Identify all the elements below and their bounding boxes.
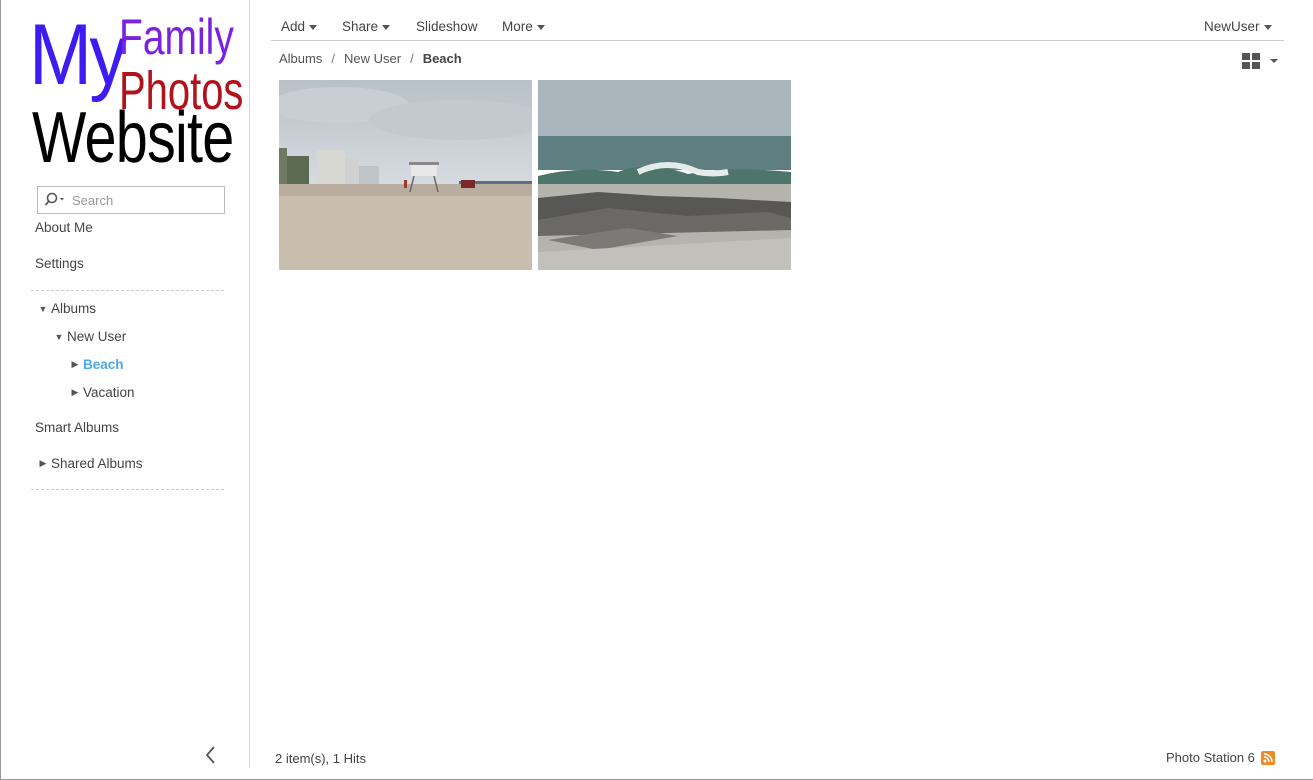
caret-right-icon[interactable]: ▶ xyxy=(67,359,83,370)
caret-down-icon xyxy=(536,24,545,30)
caret-down-icon[interactable]: ▼ xyxy=(35,304,51,314)
caret-down-icon xyxy=(1263,24,1272,30)
sidebar-item-smart-albums[interactable]: Smart Albums xyxy=(35,420,119,435)
share-menu-button[interactable]: Share xyxy=(342,19,391,34)
collapse-sidebar-button[interactable] xyxy=(201,744,221,766)
search-input[interactable] xyxy=(72,192,212,208)
caret-right-icon[interactable]: ▶ xyxy=(35,458,51,469)
user-menu-button[interactable]: NewUser xyxy=(1204,19,1272,34)
user-label: NewUser xyxy=(1204,19,1260,34)
caret-down-icon[interactable]: ▼ xyxy=(51,332,67,342)
more-menu-button[interactable]: More xyxy=(502,19,545,34)
sidebar: My Family Photos Website About Me Settin… xyxy=(1,0,250,768)
tree-item-label: Vacation xyxy=(83,385,135,400)
breadcrumb-separator: / xyxy=(410,51,414,66)
more-label: More xyxy=(502,19,533,34)
slideshow-label: Slideshow xyxy=(416,19,478,34)
footer-brand: Photo Station 6 xyxy=(1166,750,1275,765)
sidebar-divider xyxy=(31,489,224,490)
breadcrumb: Albums / New User / Beach xyxy=(279,51,462,66)
breadcrumb-albums[interactable]: Albums xyxy=(279,51,322,66)
breadcrumb-separator: / xyxy=(331,51,335,66)
photo-thumbnail-beach-2[interactable] xyxy=(538,80,791,270)
logo-my: My xyxy=(29,7,127,103)
grid-view-icon xyxy=(1242,53,1278,69)
brand-label: Photo Station 6 xyxy=(1166,750,1255,765)
view-mode-button[interactable] xyxy=(1240,52,1280,70)
add-menu-button[interactable]: Add xyxy=(281,19,318,34)
beach-photo-image xyxy=(279,80,532,270)
caret-down-icon xyxy=(309,24,318,30)
tree-item-label: New User xyxy=(67,329,127,344)
toolbar: Add Share Slideshow More NewUser xyxy=(271,12,1284,41)
logo-website: Website xyxy=(32,98,234,178)
tree-item-beach[interactable]: ▶ Beach xyxy=(67,357,124,372)
site-logo[interactable]: My Family Photos Website xyxy=(29,7,243,174)
tree-item-albums[interactable]: ▼ Albums xyxy=(35,301,96,316)
sidebar-item-about-me[interactable]: About Me xyxy=(35,220,93,235)
tree-item-new-user[interactable]: ▼ New User xyxy=(51,329,127,344)
share-label: Share xyxy=(342,19,379,34)
search-icon[interactable] xyxy=(38,187,72,213)
tree-item-vacation[interactable]: ▶ Vacation xyxy=(67,385,135,400)
tree-item-shared-albums[interactable]: ▶ Shared Albums xyxy=(35,456,143,471)
ocean-wave-photo-image xyxy=(538,80,791,270)
caret-down-icon xyxy=(382,24,391,30)
sidebar-divider xyxy=(31,290,224,291)
photo-thumbnail-beach-1[interactable] xyxy=(279,80,532,270)
tree-item-label: Shared Albums xyxy=(51,456,143,471)
breadcrumb-new-user[interactable]: New User xyxy=(344,51,401,66)
tree-item-label: Beach xyxy=(83,357,124,372)
tree-item-label: Albums xyxy=(51,301,97,316)
logo-family: Family xyxy=(119,9,234,65)
sidebar-item-settings[interactable]: Settings xyxy=(35,256,84,271)
item-count-status: 2 item(s), 1 Hits xyxy=(275,751,367,766)
search-box xyxy=(37,186,225,214)
add-label: Add xyxy=(281,19,306,34)
slideshow-button[interactable]: Slideshow xyxy=(416,19,478,34)
chevron-left-icon xyxy=(205,746,215,764)
breadcrumb-current: Beach xyxy=(422,51,462,66)
rss-icon[interactable] xyxy=(1260,750,1275,765)
caret-right-icon[interactable]: ▶ xyxy=(67,387,83,398)
